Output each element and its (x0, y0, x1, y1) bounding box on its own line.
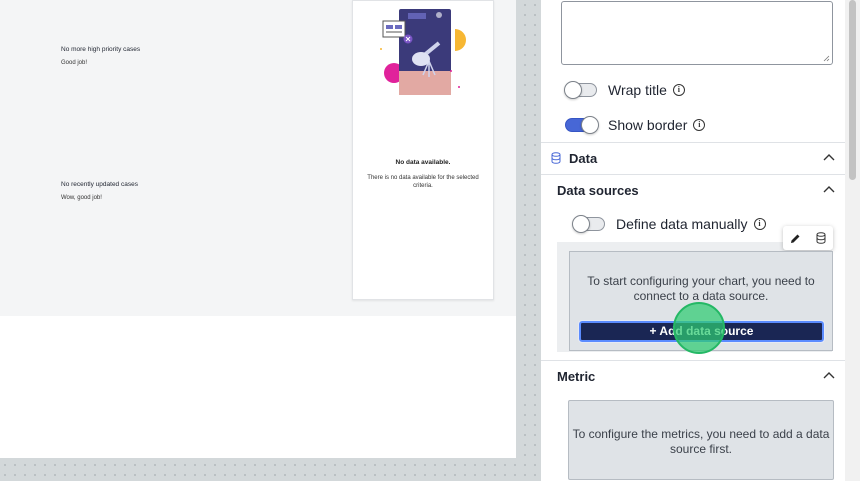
info-icon[interactable]: i (672, 84, 685, 96)
chevron-up-icon[interactable] (823, 153, 835, 161)
chevron-up-icon[interactable] (823, 185, 835, 193)
info-icon[interactable]: i (693, 119, 706, 131)
dashboard-area: No more high priority cases Good job! No… (0, 0, 516, 316)
show-border-row: Show border i (565, 116, 706, 134)
define-data-manually-label: Define data manually (616, 216, 748, 232)
telescope-illustration (380, 9, 466, 95)
data-sources-label: Data sources (557, 182, 639, 198)
datasource-toolbar (783, 226, 833, 250)
chart-widget-card[interactable]: No data available. There is no data avai… (352, 0, 494, 300)
empty-state-title: No more high priority cases (61, 46, 141, 53)
database-icon (551, 152, 561, 164)
pencil-icon[interactable] (789, 231, 803, 245)
metric-section-header[interactable]: Metric (541, 360, 845, 392)
wrap-title-row: Wrap title i (564, 81, 685, 99)
wrap-title-toggle[interactable] (564, 81, 597, 99)
metric-empty-state: To configure the metrics, you need to ad… (568, 400, 834, 480)
empty-state-subtitle: Wow, good job! (61, 195, 102, 201)
metric-section-label: Metric (557, 368, 596, 384)
no-data-title: No data available. (395, 159, 451, 166)
empty-state-recently-updated: No recently updated cases Wow, good job! (61, 181, 138, 201)
empty-state-subtitle: Good job! (61, 60, 88, 66)
wrap-title-label: Wrap title (608, 82, 667, 98)
no-data-description: There is no data available for the selec… (367, 175, 479, 189)
chevron-up-icon[interactable] (823, 371, 835, 379)
properties-panel: Wrap title i Show border i Data Data sou… (541, 0, 845, 481)
panel-scrollbar-thumb[interactable] (849, 0, 856, 180)
show-border-label: Show border (608, 117, 688, 133)
info-icon[interactable]: i (753, 218, 766, 230)
click-indicator (673, 302, 725, 354)
define-data-manually-row: Define data manually i (572, 215, 766, 233)
datasource-message: To start configuring your chart, you nee… (587, 274, 815, 303)
data-section-label: Data (569, 150, 598, 166)
show-border-toggle[interactable] (565, 116, 599, 134)
title-textarea[interactable] (561, 1, 833, 65)
data-sources-header[interactable]: Data sources (541, 174, 845, 206)
empty-state-high-priority: No more high priority cases Good job! (61, 46, 140, 66)
data-section-header[interactable]: Data (541, 142, 845, 174)
database-icon[interactable] (814, 231, 828, 245)
metric-message: To configure the metrics, you need to ad… (572, 427, 830, 456)
dashboard-canvas: No more high priority cases Good job! No… (0, 0, 516, 458)
define-data-manually-toggle[interactable] (572, 215, 605, 233)
resize-grip-icon[interactable] (823, 55, 830, 62)
empty-state-title: No recently updated cases (61, 181, 138, 188)
